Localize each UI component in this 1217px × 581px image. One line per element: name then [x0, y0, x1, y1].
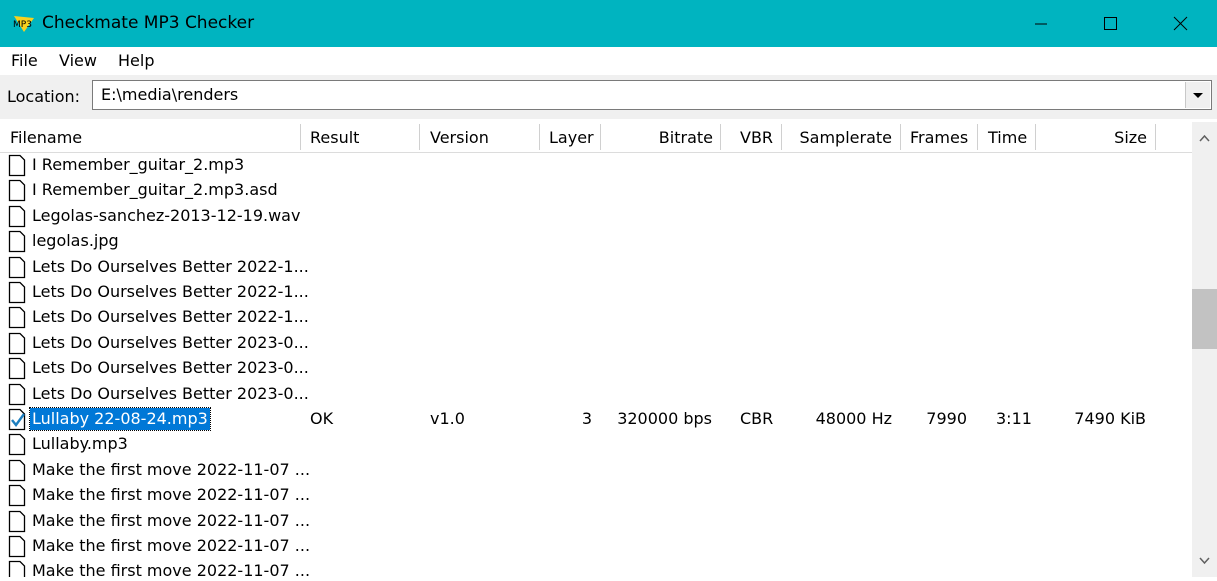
file-icon: [8, 205, 26, 227]
file-icon: [8, 307, 26, 329]
result-cell: OK: [310, 409, 334, 428]
file-icon: [8, 231, 26, 253]
file-row[interactable]: Make the first move 2022-11-07 ...: [0, 509, 1192, 534]
file-icon: [8, 561, 26, 577]
filename-cell[interactable]: I Remember_guitar_2.mp3.asd: [30, 179, 280, 201]
column-header: Filename Result Version Layer Bitrate VB…: [0, 122, 1192, 153]
file-row[interactable]: I Remember_guitar_2.mp3: [0, 153, 1192, 178]
file-icon: [8, 383, 26, 405]
location-value[interactable]: E:\media\renders: [101, 85, 238, 104]
col-header-bitrate[interactable]: Bitrate: [601, 122, 713, 152]
chevron-up-icon: [1199, 134, 1210, 142]
filename-cell[interactable]: Make the first move 2022-11-07 ...: [30, 484, 312, 506]
file-icon: [8, 154, 26, 177]
file-checked-icon: [8, 408, 26, 431]
file-icon: [8, 485, 26, 507]
file-row[interactable]: Make the first move 2022-11-07 ...: [0, 458, 1192, 483]
dropdown-arrow-icon: [1193, 93, 1203, 98]
filename-cell[interactable]: Make the first move 2022-11-07 ...: [30, 560, 312, 577]
file-icon: [8, 510, 26, 532]
file-row[interactable]: I Remember_guitar_2.mp3.asd: [0, 178, 1192, 203]
filename-cell[interactable]: Make the first move 2022-11-07 ...: [30, 459, 312, 481]
scroll-down-button[interactable]: [1192, 547, 1217, 577]
maximize-button[interactable]: [1076, 0, 1146, 47]
file-icon: [8, 358, 26, 380]
file-icon: [8, 180, 26, 202]
chevron-down-icon: [1199, 557, 1210, 565]
file-icon: [8, 332, 26, 354]
filename-cell[interactable]: Legolas-sanchez-2013-12-19.wav: [30, 205, 302, 227]
file-row[interactable]: Make the first move 2022-11-07 ...: [0, 559, 1192, 577]
title-bar: MP3 Checkmate MP3 Checker: [0, 0, 1217, 47]
size-cell: 7490 KiB: [1074, 409, 1146, 428]
menu-file[interactable]: File: [11, 51, 38, 70]
col-header-filename[interactable]: Filename: [10, 122, 82, 152]
filename-cell[interactable]: Lets Do Ourselves Better 2023-0...: [30, 332, 311, 354]
filename-cell[interactable]: Lets Do Ourselves Better 2022-1...: [30, 256, 311, 278]
app-icon-text: MP3: [13, 20, 32, 30]
menu-view[interactable]: View: [59, 51, 97, 70]
file-row[interactable]: Lets Do Ourselves Better 2022-1...: [0, 280, 1192, 305]
mp3-app-icon: MP3: [13, 16, 34, 32]
filename-cell[interactable]: legolas.jpg: [30, 230, 121, 252]
frames-cell: 7990: [926, 409, 967, 428]
file-row[interactable]: Legolas-sanchez-2013-12-19.wav: [0, 204, 1192, 229]
file-icon: [8, 434, 26, 456]
file-row[interactable]: legolas.jpg: [0, 229, 1192, 254]
menu-bar: File View Help: [0, 47, 1217, 75]
file-row[interactable]: Make the first move 2022-11-07 ...: [0, 483, 1192, 508]
filename-cell[interactable]: Make the first move 2022-11-07 ...: [30, 510, 312, 532]
file-icon: [8, 281, 26, 304]
filename-cell[interactable]: I Remember_guitar_2.mp3: [30, 154, 246, 176]
col-header-frames[interactable]: Frames: [910, 122, 968, 152]
col-header-result[interactable]: Result: [310, 122, 359, 152]
file-row[interactable]: Lets Do Ourselves Better 2023-0...: [0, 356, 1192, 381]
filename-cell[interactable]: Lets Do Ourselves Better 2023-0...: [30, 357, 311, 379]
maximize-icon: [1104, 17, 1117, 30]
col-header-time[interactable]: Time: [988, 122, 1027, 152]
file-list[interactable]: Filename Result Version Layer Bitrate VB…: [0, 122, 1192, 577]
file-row[interactable]: Lets Do Ourselves Better 2022-1...: [0, 305, 1192, 330]
layer-cell: 3: [581, 409, 592, 428]
filename-cell[interactable]: Lets Do Ourselves Better 2022-1...: [30, 281, 311, 303]
scroll-thumb[interactable]: [1192, 289, 1217, 349]
close-icon: [1173, 16, 1188, 31]
window-title: Checkmate MP3 Checker: [42, 13, 255, 33]
file-row[interactable]: Lets Do Ourselves Better 2022-1...: [0, 255, 1192, 280]
bitrate-cell: 320000 bps: [617, 409, 712, 428]
col-header-size[interactable]: Size: [1036, 122, 1147, 152]
menu-help[interactable]: Help: [118, 51, 154, 70]
file-row[interactable]: Lets Do Ourselves Better 2023-0...: [0, 331, 1192, 356]
filename-cell[interactable]: Lets Do Ourselves Better 2022-1...: [30, 306, 311, 328]
file-row[interactable]: Lullaby.mp3: [0, 432, 1192, 457]
col-header-samplerate[interactable]: Samplerate: [782, 122, 893, 152]
close-button[interactable]: [1146, 0, 1216, 47]
col-header-vbr[interactable]: VBR: [740, 122, 773, 152]
vertical-scrollbar[interactable]: [1192, 122, 1217, 577]
filename-cell[interactable]: Lullaby.mp3: [30, 433, 130, 455]
file-row[interactable]: Lets Do Ourselves Better 2023-0...: [0, 382, 1192, 407]
file-icon: [8, 535, 26, 558]
location-combobox[interactable]: E:\media\renders: [92, 80, 1212, 110]
filename-cell[interactable]: Make the first move 2022-11-07 ...: [30, 535, 312, 557]
col-header-version[interactable]: Version: [430, 122, 489, 152]
scroll-up-button[interactable]: [1192, 122, 1217, 152]
location-bar: Location: E:\media\renders: [0, 75, 1217, 119]
col-header-layer[interactable]: Layer: [549, 122, 594, 152]
file-icon: [8, 256, 26, 278]
file-row[interactable]: Make the first move 2022-11-07 ...: [0, 534, 1192, 559]
filename-cell[interactable]: Lets Do Ourselves Better 2023-0...: [30, 383, 311, 405]
file-row[interactable]: Lullaby 22-08-24.mp3 OK v1.0 3 320000 bps CBR…: [0, 407, 1192, 432]
minimize-icon: [1035, 23, 1047, 25]
file-icon: [8, 459, 26, 481]
location-label: Location:: [7, 87, 81, 106]
filename-cell[interactable]: Lullaby 22-08-24.mp3: [29, 407, 211, 431]
minimize-button[interactable]: [1006, 0, 1076, 47]
location-dropdown-button[interactable]: [1185, 82, 1210, 108]
